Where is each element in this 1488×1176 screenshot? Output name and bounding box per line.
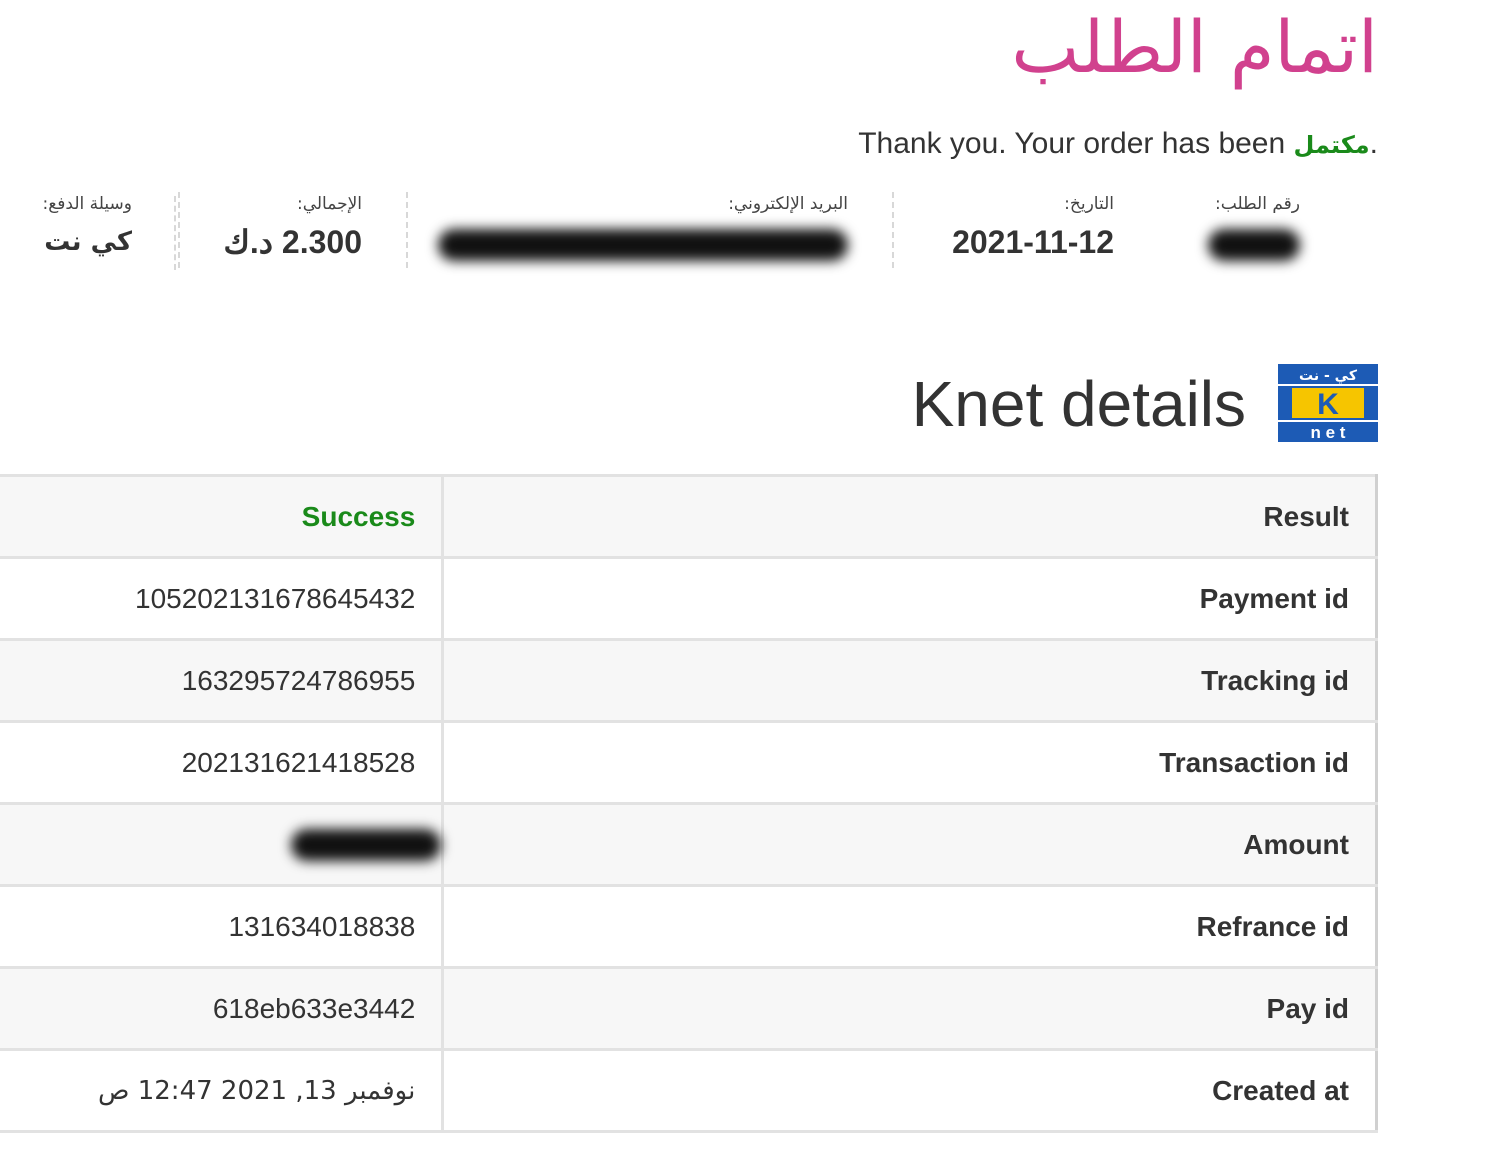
payment-method-value: كي نت (44, 227, 132, 257)
table-row: 163295724786955 Tracking id (0, 638, 1378, 723)
overview-payment-method: وسيلة الدفع: كي نت (2, 192, 132, 268)
redacted-email (438, 228, 848, 261)
knet-details-table: Success Result 105202131678645432 Payment i… (0, 474, 1378, 1133)
order-overview: رقم الطلب: التاريخ: 2021-11-12 البريد ال… (0, 192, 1488, 272)
order-number-value (1160, 224, 1300, 261)
redacted-order-number (1208, 228, 1300, 261)
knet-details-title: Knet details (911, 368, 1246, 440)
table-row: Amount (0, 802, 1378, 887)
total-label: الإجمالي: (296, 194, 362, 214)
status-period: . (1369, 127, 1378, 160)
overview-total: الإجمالي: 2.300 د.ك (178, 192, 362, 268)
payment-method-label: وسيلة الدفع: (42, 194, 132, 214)
knet-row-value: 131634018838 (0, 884, 445, 969)
table-row: 105202131678645432 Payment id (0, 556, 1378, 641)
email-label: البريد الإلكتروني: (728, 194, 848, 214)
order-confirmation-message: Thank you. Your order has been مكتمل. (858, 124, 1378, 165)
knet-row-value: 618eb633e3442 (0, 966, 445, 1051)
overview-email: البريد الإلكتروني: (406, 192, 848, 268)
knet-row-label: Created at (441, 1048, 1378, 1133)
knet-row-label: Result (441, 474, 1378, 559)
date-value: 2021-11-12 (952, 224, 1114, 260)
redacted-amount (291, 829, 442, 862)
knet-logo-arabic: كي - نت (1299, 368, 1358, 384)
table-row: نوفمبر 13, 2021 12:47 ص Created at (0, 1048, 1378, 1133)
knet-row-label: Payment id (441, 556, 1378, 641)
knet-row-value: Success (0, 474, 445, 559)
order-status: مكتمل (1293, 131, 1370, 159)
knet-logo-latin: n e t (1311, 423, 1346, 442)
thank-you-text: Thank you. Your order has been (858, 127, 1286, 160)
knet-row-value: نوفمبر 13, 2021 12:47 ص (0, 1048, 445, 1133)
email-value (408, 224, 848, 261)
table-row: 131634018838 Refrance id (0, 884, 1378, 969)
knet-row-label: Transaction id (441, 720, 1378, 805)
knet-row-label: Refrance id (441, 884, 1378, 969)
table-row: 618eb633e3442 Pay id (0, 966, 1378, 1051)
total-value: 2.300 د.ك (223, 224, 362, 260)
overview-order-number: رقم الطلب: (1160, 192, 1300, 268)
knet-row-label: Tracking id (441, 638, 1378, 723)
table-row: 202131621418528 Transaction id (0, 720, 1378, 805)
knet-details-heading: Knet details كي - نت K n e t (898, 362, 1378, 442)
overview-date: التاريخ: 2021-11-12 (892, 192, 1114, 268)
knet-row-value (0, 802, 445, 887)
table-row: Success Result (0, 474, 1378, 559)
overview-divider (174, 196, 176, 270)
knet-logo-letter: K (1317, 388, 1339, 421)
knet-row-value: 105202131678645432 (0, 556, 445, 641)
knet-row-label: Amount (441, 802, 1378, 887)
knet-logo-icon: كي - نت K n e t (1278, 364, 1378, 442)
knet-row-value: 163295724786955 (0, 638, 445, 723)
knet-row-value: 202131621418528 (0, 720, 445, 805)
order-number-label: رقم الطلب: (1215, 194, 1300, 214)
page-title: اتمام الطلب (1011, 5, 1378, 89)
date-label: التاريخ: (1064, 194, 1114, 214)
knet-row-label: Pay id (441, 966, 1378, 1051)
